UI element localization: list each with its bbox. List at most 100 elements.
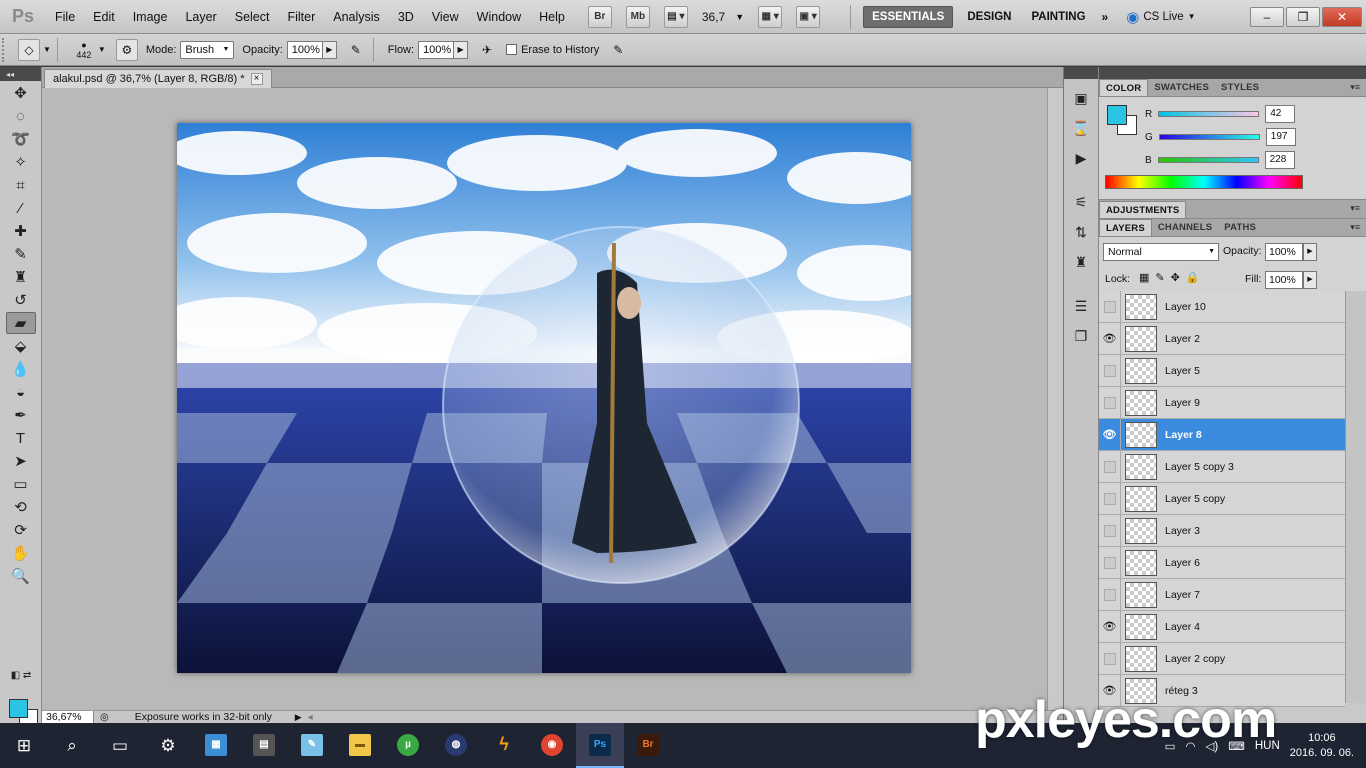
layer-comps-icon[interactable]: ❐ (1069, 325, 1093, 347)
panel-grip[interactable] (1099, 67, 1366, 79)
quick-selection-tool-icon[interactable]: ✧ (6, 151, 36, 173)
path-selection-tool-icon[interactable]: ➤ (6, 450, 36, 472)
utorrent-icon[interactable]: µ (384, 723, 432, 768)
tablet-pressure-size-icon[interactable]: ✎ (607, 39, 629, 61)
layer-thumbnail[interactable] (1125, 357, 1157, 384)
visibility-toggle[interactable] (1099, 482, 1121, 515)
eye-icon[interactable]: 👁 (1099, 610, 1121, 643)
vertical-scrollbar[interactable] (1047, 88, 1063, 710)
pen-tool-icon[interactable]: ✒ (6, 404, 36, 426)
file-explorer-icon[interactable]: ▬ (336, 723, 384, 768)
dodge-tool-icon[interactable]: ◒ (6, 381, 36, 403)
tablet-pressure-opacity-icon[interactable]: ✎ (345, 39, 367, 61)
menu-file[interactable]: File (46, 0, 84, 34)
visibility-toggle[interactable] (1099, 546, 1121, 579)
visibility-toggle[interactable] (1099, 290, 1121, 323)
layer-thumbnail[interactable] (1125, 325, 1157, 352)
image-canvas[interactable] (177, 123, 911, 673)
green-input[interactable]: 197 (1265, 128, 1296, 146)
blue-slider[interactable] (1157, 157, 1259, 163)
3d-rotate-tool-icon[interactable]: ⟲ (6, 496, 36, 518)
menu-view[interactable]: View (423, 0, 468, 34)
layer-row[interactable]: Layer 9 (1099, 386, 1345, 419)
view-extras-button[interactable]: ▤ ▾ (663, 5, 688, 28)
panel-grip[interactable] (1064, 67, 1098, 79)
layer-row[interactable]: 👁 Layer 2 (1099, 322, 1345, 355)
layer-thumbnail[interactable] (1125, 389, 1157, 416)
blue-input[interactable]: 228 (1264, 151, 1295, 169)
menu-window[interactable]: Window (468, 0, 530, 34)
zoom-level[interactable]: 36,7 (702, 10, 725, 24)
menu-select[interactable]: Select (226, 0, 279, 34)
color-foreground-swatch[interactable] (1107, 105, 1127, 125)
document-tab[interactable]: alakul.psd @ 36,7% (Layer 8, RGB/8) * × (44, 69, 272, 88)
layer-thumbnail[interactable] (1125, 421, 1157, 448)
menu-analysis[interactable]: Analysis (324, 0, 389, 34)
document-info-icon[interactable]: ◎ (100, 712, 109, 723)
menu-image[interactable]: Image (124, 0, 177, 34)
foreground-color-swatch[interactable] (9, 699, 28, 718)
clock[interactable]: 10:06 2016. 09. 06. (1290, 731, 1354, 761)
zoom-field[interactable]: 36,67% (42, 710, 94, 724)
red-input[interactable]: 42 (1265, 105, 1296, 123)
opacity-arrow-icon[interactable]: ▶ (322, 40, 337, 59)
visibility-toggle[interactable] (1099, 354, 1121, 387)
layer-thumbnail[interactable] (1125, 645, 1157, 672)
eyedropper-tool-icon[interactable]: ⁄ (6, 197, 36, 219)
airbrush-icon[interactable]: ✈ (476, 39, 498, 61)
eraser-tool-icon[interactable]: ▰ (5, 312, 36, 334)
lock-icons[interactable]: ▦✎✥🔒 (1139, 271, 1206, 284)
windows-start-icon[interactable]: ⊞ (0, 723, 48, 768)
close-icon[interactable]: × (250, 73, 263, 85)
workspace-painting[interactable]: PAINTING (1023, 6, 1093, 28)
menu-layer[interactable]: Layer (176, 0, 225, 34)
paint-bucket-tool-icon[interactable]: ⬙ (6, 335, 36, 357)
cs-live-button[interactable]: ◉ CS Live ▼ (1126, 8, 1195, 26)
default-colors-icon[interactable]: ◧ ⇄ (6, 664, 36, 686)
bridge-button[interactable]: Br (587, 5, 612, 28)
globe-browser-icon[interactable]: ◍ (432, 723, 480, 768)
layer-row[interactable]: Layer 3 (1099, 514, 1345, 547)
brush-panel-toggle-icon[interactable]: ⚙ (115, 38, 138, 61)
brush-size-picker[interactable]: ● 442 (70, 40, 98, 60)
close-button[interactable]: ✕ (1322, 7, 1362, 27)
eye-icon[interactable]: 👁 (1099, 418, 1121, 451)
opacity-input[interactable]: 100% (286, 40, 323, 59)
visibility-toggle[interactable] (1099, 642, 1121, 675)
flow-input[interactable]: 100% (418, 40, 455, 59)
panel-grip[interactable]: ◂◂ (0, 67, 41, 81)
tab-swatches[interactable]: SWATCHES (1148, 79, 1215, 96)
scroll-left-icon[interactable]: ◂ (308, 712, 313, 723)
layer-row[interactable]: Layer 5 copy (1099, 482, 1345, 515)
brush-presets-icon[interactable]: ⚟ (1069, 191, 1093, 213)
layers-scrollbar[interactable] (1345, 291, 1366, 703)
screen-mode-button[interactable]: ▣ ▾ (796, 5, 821, 28)
layer-row[interactable]: Layer 5 (1099, 354, 1345, 387)
crop-tool-icon[interactable]: ⌗ (6, 174, 36, 196)
tab-paths[interactable]: PATHS (1218, 219, 1262, 236)
eraser-tool-preset-icon[interactable]: ◇ (18, 38, 40, 61)
marquee-tool-icon[interactable]: ◌ (6, 105, 36, 127)
task-view-icon[interactable]: ▭ (96, 723, 144, 768)
menu-help[interactable]: Help (530, 0, 574, 34)
fill-input[interactable]: 100% (1265, 271, 1303, 289)
lasso-tool-icon[interactable]: ➰ (6, 128, 36, 150)
move-tool-icon[interactable]: ✥ (6, 82, 36, 104)
layer-thumbnail[interactable] (1125, 517, 1157, 544)
flow-arrow-icon[interactable]: ▶ (454, 40, 469, 59)
brush-tool-icon[interactable]: ✎ (6, 243, 36, 265)
search-icon[interactable]: ⌕ (48, 723, 96, 768)
chevron-down-icon[interactable]: ▼ (98, 45, 106, 54)
zoom-tool-icon[interactable]: 🔍 (6, 565, 36, 587)
tab-adjustments[interactable]: ADJUSTMENTS (1099, 201, 1187, 218)
hand-tool-icon[interactable]: ✋ (6, 542, 36, 564)
visibility-toggle[interactable] (1099, 450, 1121, 483)
visibility-toggle[interactable] (1099, 578, 1121, 611)
calculator-icon[interactable]: ▤ (240, 723, 288, 768)
layer-row[interactable]: 👁 Layer 8 (1099, 418, 1345, 451)
erase-to-history-checkbox[interactable] (506, 44, 518, 55)
layer-row[interactable]: Layer 7 (1099, 578, 1345, 611)
mini-bridge-button[interactable]: Mb (625, 5, 650, 28)
swoosh-app-icon[interactable]: ϟ (480, 723, 528, 768)
healing-brush-tool-icon[interactable]: ✚ (6, 220, 36, 242)
